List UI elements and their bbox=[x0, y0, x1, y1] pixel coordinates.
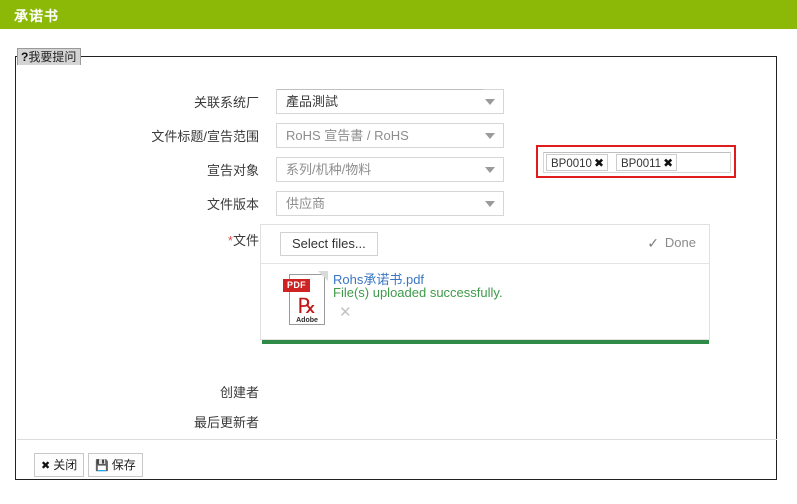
form-row-related-factory: 关联系统厂 產品測試 bbox=[16, 89, 778, 117]
close-button[interactable]: ✖ 关闭 bbox=[34, 453, 85, 477]
select-doc-title-value: RoHS 宣告書 / RoHS bbox=[286, 128, 409, 143]
tag-remove-icon[interactable]: ✖ bbox=[594, 156, 604, 170]
save-button-label: 保存 bbox=[111, 458, 136, 472]
adobe-swirl-icon: ℞ bbox=[297, 294, 317, 318]
uploaded-file-row: PDF ℞ Adobe Rohs承诺书.pdf File(s) uploaded… bbox=[261, 264, 709, 338]
chevron-down-icon bbox=[485, 99, 495, 105]
save-button[interactable]: 💾 保存 bbox=[88, 453, 143, 477]
tag-remove-icon[interactable]: ✖ bbox=[663, 156, 673, 170]
tag-chip[interactable]: BP0010 ✖ bbox=[546, 154, 608, 171]
select-doc-version-value: 供应商 bbox=[286, 196, 326, 211]
page-title: 承诺书 bbox=[14, 8, 59, 24]
declare-target-tags-input[interactable]: BP0010 ✖ BP0011 ✖ bbox=[543, 152, 731, 173]
label-last-updater: 最后更新者 bbox=[193, 415, 259, 430]
chevron-down-icon bbox=[485, 133, 495, 139]
select-related-factory[interactable]: 產品測試 bbox=[276, 89, 504, 114]
remove-file-icon[interactable]: ✕ bbox=[339, 303, 352, 321]
select-doc-version[interactable]: 供应商 bbox=[276, 191, 504, 216]
tab-ask-question[interactable]: ?我要提问 bbox=[17, 48, 82, 65]
label-creator: 创建者 bbox=[219, 385, 259, 400]
window-title-bar: 承诺书 bbox=[0, 0, 797, 29]
upload-status-label: Done bbox=[664, 235, 696, 250]
label-doc-version: 文件版本 bbox=[206, 197, 259, 212]
select-declare-target-value: 系列/机种/物料 bbox=[286, 162, 372, 177]
tag-label: BP0011 bbox=[621, 158, 662, 170]
upload-progress-bar bbox=[262, 340, 709, 344]
select-related-factory-value: 產品測試 bbox=[286, 94, 339, 109]
select-doc-title[interactable]: RoHS 宣告書 / RoHS bbox=[276, 123, 504, 148]
form-row-doc-version: 文件版本 供应商 bbox=[16, 191, 778, 219]
file-upload-widget: Select files... ✓ Done PDF ℞ Adobe Rohs承诺… bbox=[260, 224, 710, 344]
pdf-file-icon: PDF ℞ Adobe bbox=[283, 271, 328, 327]
tag-label: BP0010 bbox=[551, 158, 592, 170]
tab-label: 我要提问 bbox=[28, 50, 77, 64]
label-file-text: 文件 bbox=[232, 233, 259, 248]
label-doc-title: 文件标题/宣告范围 bbox=[151, 129, 259, 144]
pdf-badge-label: PDF bbox=[283, 279, 310, 292]
upload-status: ✓ Done bbox=[647, 234, 696, 251]
label-declare-target: 宣告对象 bbox=[206, 163, 259, 178]
footer-divider bbox=[17, 439, 777, 440]
tag-chip[interactable]: BP0011 ✖ bbox=[616, 154, 678, 171]
pdf-brand-label: Adobe bbox=[296, 317, 318, 324]
chevron-down-icon bbox=[485, 201, 495, 207]
close-button-label: 关闭 bbox=[53, 458, 78, 472]
label-related-factory: 关联系统厂 bbox=[193, 95, 259, 110]
upload-toolbar: Select files... ✓ Done bbox=[261, 225, 709, 264]
select-files-button[interactable]: Select files... bbox=[280, 232, 378, 256]
uploaded-file-status: File(s) uploaded successfully. bbox=[333, 285, 503, 300]
select-declare-target[interactable]: 系列/机种/物料 bbox=[276, 157, 504, 182]
floppy-disk-icon: 💾 bbox=[95, 460, 109, 472]
check-icon: ✓ bbox=[647, 235, 659, 251]
close-x-icon: ✖ bbox=[41, 460, 51, 472]
pdf-fold-shape bbox=[318, 271, 328, 281]
chevron-down-icon bbox=[485, 167, 495, 173]
label-file: *文件 bbox=[16, 227, 259, 255]
declare-target-tags-highlight: BP0010 ✖ BP0011 ✖ bbox=[536, 145, 736, 178]
